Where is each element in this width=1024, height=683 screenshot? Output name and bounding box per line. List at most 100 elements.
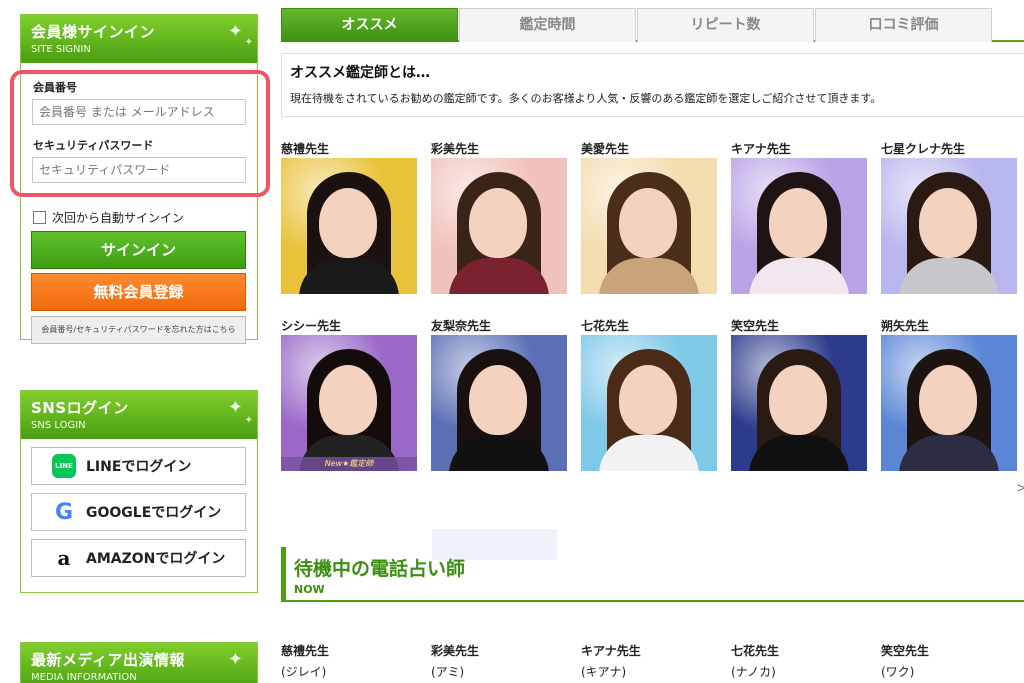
advisor-name: 七花先生 <box>581 319 630 333</box>
advisor-photo[interactable] <box>881 158 1017 294</box>
signin-subtitle: SITE SIGNIN <box>31 44 91 55</box>
sns-header: SNSログイン SNS LOGIN ✦ ✦ <box>21 391 257 439</box>
waiting-advisor[interactable]: 七花先生 (ナノカ) <box>731 642 871 680</box>
advisor-name: 笑空先生 <box>731 319 780 333</box>
signin-header: 会員様サインイン SITE SIGNIN ✦ ✦ <box>21 15 257 63</box>
sparkle-icon: ✦ <box>227 649 243 670</box>
media-subtitle: MEDIA INFORMATION <box>31 672 137 683</box>
portrait-face <box>619 188 677 258</box>
waiting-section-subtitle: NOW <box>294 583 325 596</box>
waiting-advisor-reading: (ジレイ) <box>281 665 327 679</box>
portrait-face <box>769 365 827 435</box>
intro-box: オススメ鑑定師とは… 現在待機をされているお勧めの鑑定師です。多くのお客様より人… <box>281 53 1024 117</box>
advisor-photo[interactable] <box>431 335 567 471</box>
line-login-button[interactable]: LINE LINEでログイン <box>31 447 246 485</box>
sns-title: SNSログイン <box>31 399 129 417</box>
portrait-face <box>919 188 977 258</box>
intro-text: 現在待機をされているお勧めの鑑定師です。多くのお客様より人気・反響のある鑑定師を… <box>290 92 882 105</box>
portrait-face <box>769 188 827 258</box>
sns-subtitle: SNS LOGIN <box>31 420 86 431</box>
intro-title: オススメ鑑定師とは… <box>290 65 430 81</box>
portrait-face <box>469 365 527 435</box>
waiting-advisor[interactable]: キアナ先生 (キアナ) <box>581 642 721 680</box>
advisor-name: キアナ先生 <box>731 142 791 156</box>
portrait-face <box>619 365 677 435</box>
tab-repeat-count[interactable]: リピート数 <box>637 8 814 42</box>
sparkle-icon: ✦ <box>244 37 253 48</box>
advisor-card[interactable]: 慈禮先生 <box>281 140 421 294</box>
sparkle-icon: ✦ <box>244 415 253 426</box>
advisor-name: シシー先生 <box>281 319 342 333</box>
google-login-label: GOOGLEでログイン <box>86 505 222 521</box>
new-advisor-badge: New★鑑定師 <box>281 457 417 471</box>
media-title: 最新メディア出演情報 <box>31 651 185 669</box>
auto-signin-row[interactable]: 次回から自動サインイン <box>33 209 184 226</box>
advisor-photo[interactable] <box>431 158 567 294</box>
advisor-photo[interactable] <box>281 158 417 294</box>
advisor-photo[interactable] <box>731 335 867 471</box>
advisor-photo[interactable] <box>581 158 717 294</box>
tab-recommended[interactable]: オススメ <box>281 8 458 42</box>
portrait-face <box>319 365 377 435</box>
tab-session-time[interactable]: 鑑定時間 <box>459 8 636 42</box>
advisor-card[interactable]: 彩美先生 <box>431 140 571 294</box>
waiting-advisor-name: 七花先生 <box>731 644 780 658</box>
portrait-face <box>919 365 977 435</box>
advisor-photo[interactable]: New★鑑定師 <box>281 335 417 471</box>
waiting-advisor-name: 笑空先生 <box>881 644 930 658</box>
advisor-name: 慈禮先生 <box>281 142 330 156</box>
sort-tabs: オススメ 鑑定時間 リピート数 口コミ評価 <box>281 8 1024 42</box>
tab-review-rating[interactable]: 口コミ評価 <box>815 8 992 42</box>
next-arrow-icon[interactable]: > <box>1016 481 1024 496</box>
advisor-card[interactable]: 友梨奈先生 <box>431 317 571 471</box>
waiting-advisor[interactable]: 彩美先生 (アミ) <box>431 642 571 680</box>
google-login-button[interactable]: G GOOGLEでログイン <box>31 493 246 531</box>
auto-signin-checkbox[interactable] <box>33 211 46 224</box>
advisor-card[interactable]: 七花先生 <box>581 317 721 471</box>
line-icon: LINE <box>52 454 76 478</box>
waiting-advisor[interactable]: 慈禮先生 (ジレイ) <box>281 642 421 680</box>
highlight-box <box>10 70 270 197</box>
advisor-name: 友梨奈先生 <box>431 319 492 333</box>
advisor-card[interactable]: 笑空先生 <box>731 317 871 471</box>
media-panel: 最新メディア出演情報 MEDIA INFORMATION ✦ <box>20 642 258 683</box>
signin-button[interactable]: サインイン <box>31 231 246 269</box>
auto-signin-label: 次回から自動サインイン <box>52 211 185 225</box>
line-login-label: LINEでログイン <box>86 459 192 475</box>
waiting-advisor[interactable]: 笑空先生 (ワク) <box>881 642 1021 680</box>
forgot-credentials-link[interactable]: 会員番号/セキュリティパスワードを忘れた方はこちら <box>31 316 246 344</box>
advisor-name: 七星クレナ先生 <box>881 142 966 156</box>
advisor-card[interactable]: シシー先生 New★鑑定師 <box>281 317 421 471</box>
sparkle-icon: ✦ <box>227 21 243 42</box>
waiting-advisor-reading: (アミ) <box>431 665 465 679</box>
advisor-photo[interactable] <box>731 158 867 294</box>
advisor-card[interactable]: 美愛先生 <box>581 140 721 294</box>
waiting-advisor-name: 慈禮先生 <box>281 644 330 658</box>
waiting-advisor-name: 彩美先生 <box>431 644 480 658</box>
google-icon: G <box>54 499 74 525</box>
advisor-card[interactable]: 朔矢先生 <box>881 317 1021 471</box>
waiting-section-title: 待機中の電話占い師 <box>294 558 466 580</box>
waiting-advisors-header: 待機中の電話占い師 NOW <box>281 547 1024 602</box>
amazon-login-button[interactable]: a AMAZONでログイン <box>31 539 246 577</box>
sparkle-icon: ✦ <box>227 397 243 418</box>
advisor-name: 朔矢先生 <box>881 319 930 333</box>
waiting-advisor-reading: (ワク) <box>881 665 915 679</box>
advisor-name: 美愛先生 <box>581 142 630 156</box>
register-button[interactable]: 無料会員登録 <box>31 273 246 311</box>
amazon-login-label: AMAZONでログイン <box>86 551 226 567</box>
waiting-advisor-name: キアナ先生 <box>581 644 641 658</box>
advisor-card[interactable]: キアナ先生 <box>731 140 871 294</box>
advisor-photo[interactable] <box>581 335 717 471</box>
advisor-name: 彩美先生 <box>431 142 480 156</box>
advisor-card[interactable]: 七星クレナ先生 <box>881 140 1021 294</box>
waiting-advisor-reading: (キアナ) <box>581 665 627 679</box>
advisor-photo[interactable] <box>881 335 1017 471</box>
media-header: 最新メディア出演情報 MEDIA INFORMATION ✦ <box>21 643 257 683</box>
amazon-icon: a <box>57 546 71 570</box>
waiting-advisor-reading: (ナノカ) <box>731 665 776 679</box>
portrait-face <box>319 188 377 258</box>
signin-title: 会員様サインイン <box>31 23 156 41</box>
sns-login-panel: SNSログイン SNS LOGIN ✦ ✦ LINE LINEでログイン G G… <box>20 390 258 593</box>
portrait-face <box>469 188 527 258</box>
